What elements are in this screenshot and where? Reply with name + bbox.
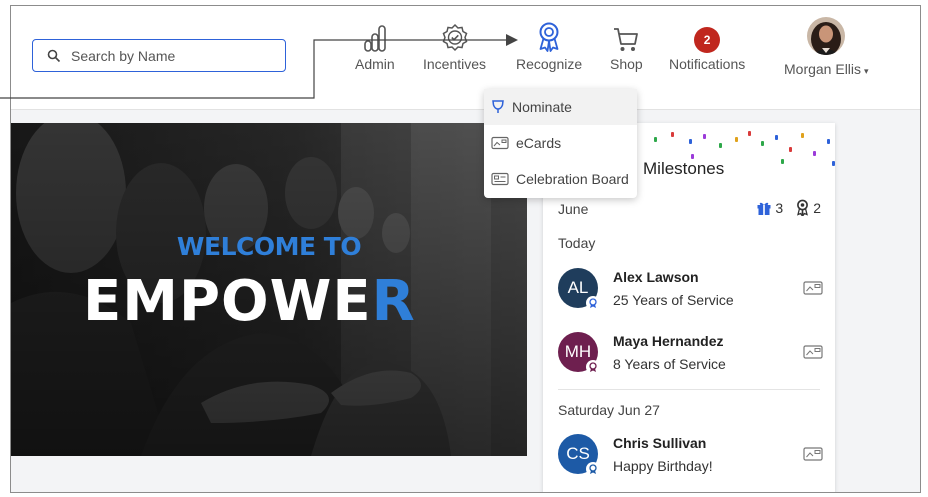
ribbon-badge-icon	[586, 360, 600, 374]
menu-item-ecards[interactable]: eCards	[484, 125, 637, 161]
person-milestone: 8 Years of Service	[613, 356, 726, 372]
avatar-initials: CS	[566, 444, 590, 463]
nav-recognize[interactable]: Recognize	[516, 21, 582, 72]
menu-item-celebration-board[interactable]: Celebration Board	[484, 161, 637, 197]
nav-incentives[interactable]: Incentives	[423, 21, 486, 72]
search-icon	[47, 49, 61, 62]
caret-down-icon: ▾	[864, 66, 869, 76]
top-navigation-bar: Admin Incentives Recognize Shop 2 Notifi…	[11, 6, 920, 110]
milestone-person[interactable]: CS Chris Sullivan Happy Birthday!	[558, 434, 823, 480]
award-ribbon-icon	[516, 21, 582, 53]
nav-notifications-label: Notifications	[669, 56, 746, 72]
hero-welcome-text: WELCOME TO	[176, 232, 362, 261]
person-name: Chris Sullivan	[613, 435, 707, 451]
board-icon	[491, 172, 509, 186]
hero-brand-accent: R	[371, 269, 416, 334]
app-window: Admin Incentives Recognize Shop 2 Notifi…	[10, 5, 921, 493]
user-menu[interactable]: Morgan Ellis ▾	[784, 17, 869, 77]
notification-badge-wrap: 2	[669, 21, 745, 53]
bar-chart-icon	[355, 21, 395, 53]
welcome-hero-banner: WELCOME TO EMPOWER	[11, 123, 527, 456]
anniversary-ribbon-icon	[797, 199, 809, 216]
ecard-icon	[491, 136, 509, 150]
person-milestone: 25 Years of Service	[613, 292, 734, 308]
avatar-initials: MH	[564, 342, 592, 361]
user-avatar	[807, 17, 846, 55]
trophy-outline-icon	[492, 100, 504, 113]
milestones-month: June	[558, 201, 589, 217]
person-name: Maya Hernandez	[613, 333, 724, 349]
ribbon-badge-icon	[586, 462, 600, 476]
send-ecard-icon[interactable]	[803, 446, 823, 462]
birthday-count: 3	[775, 199, 784, 216]
menu-item-label: Nominate	[512, 99, 572, 115]
menu-item-label: Celebration Board	[516, 171, 629, 187]
hero-brand-text: EMPOWER	[83, 269, 416, 334]
nav-shop[interactable]: Shop	[610, 21, 643, 72]
shopping-cart-icon	[610, 21, 643, 53]
anniversary-count: 2	[813, 199, 821, 216]
recognize-dropdown-menu: Nominate eCards Celebration Board	[484, 89, 637, 198]
nav-shop-label: Shop	[610, 56, 643, 72]
notification-count-badge: 2	[694, 27, 721, 53]
group-label-saturday: Saturday Jun 27	[558, 402, 660, 418]
send-ecard-icon[interactable]	[803, 344, 823, 360]
nav-notifications[interactable]: 2 Notifications	[669, 21, 745, 72]
nav-incentives-label: Incentives	[423, 56, 487, 72]
avatar-initials: AL	[567, 278, 589, 297]
gift-icon	[757, 202, 771, 215]
nav-admin[interactable]: Admin	[355, 21, 395, 72]
person-milestone: Happy Birthday!	[613, 458, 713, 474]
milestone-person[interactable]: AL Alex Lawson 25 Years of Service	[558, 268, 823, 314]
nav-admin-label: Admin	[355, 56, 395, 72]
milestone-counts: 3 2	[756, 199, 821, 216]
menu-item-label: eCards	[516, 135, 562, 151]
search-box[interactable]	[32, 39, 286, 72]
ribbon-badge-icon	[586, 296, 600, 310]
person-name: Alex Lawson	[613, 269, 699, 285]
group-label-today: Today	[558, 235, 596, 251]
divider	[558, 389, 820, 390]
nav-recognize-label: Recognize	[516, 56, 583, 72]
search-input[interactable]	[69, 46, 273, 65]
hero-brand-main: EMPOWE	[83, 269, 372, 334]
user-name: Morgan Ellis	[784, 61, 862, 77]
milestone-person[interactable]: MH Maya Hernandez 8 Years of Service	[558, 332, 823, 378]
send-ecard-icon[interactable]	[803, 280, 823, 296]
menu-item-nominate[interactable]: Nominate	[484, 89, 637, 125]
badge-check-icon	[423, 21, 486, 53]
milestones-title: Milestones	[643, 159, 725, 178]
